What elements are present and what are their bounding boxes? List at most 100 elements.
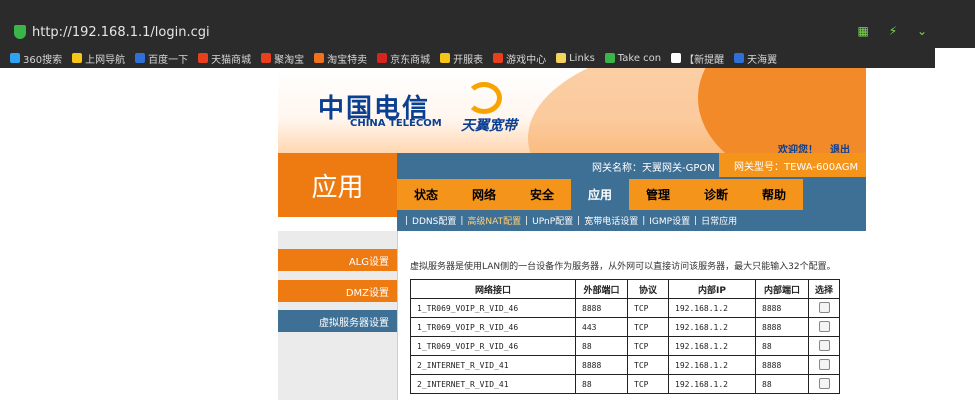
select-cell [807,317,841,337]
tab-0[interactable]: 状态 [397,179,455,210]
row-select-checkbox[interactable] [818,377,830,389]
url-text: http://192.168.1.1/login.cgi [32,24,210,40]
subnav-separator: | [405,215,409,226]
bookmark-item[interactable]: Links [556,53,595,64]
subnav-item[interactable]: DDNS配置 [412,214,456,227]
subnav-separator: | [577,215,581,226]
table-cell: 8888 [575,355,628,375]
sidebar: ALG设置 DMZ设置 虚拟服务器设置 [278,231,397,400]
row-select-checkbox[interactable] [818,301,830,313]
table-cell: 88 [755,374,809,394]
section-title-spacer [278,217,397,231]
bookmark-item[interactable]: 天海翼 [734,51,777,66]
table-row: 1_TR069_VOIP_R_VID_46 88 TCP 192.168.1.2 88 [410,336,841,356]
bookmark-item[interactable]: 上网导航 [72,51,125,66]
bookmark-item[interactable]: Take con [604,53,661,64]
row-select-checkbox[interactable] [818,358,830,370]
table-row: 1_TR069_VOIP_R_VID_46 443 TCP 192.168.1.2 88… [410,317,841,337]
table-cell: TCP [627,336,669,356]
bookmark-item[interactable]: 淘宝特卖 [314,51,367,66]
column-header: 协议 [627,279,669,299]
tianyi-broadband-logo: 天翼宽带 [461,118,517,134]
logout-link[interactable]: 退出 [830,141,850,153]
bookmark-item[interactable]: 聚淘宝 [261,51,304,66]
main-navigation: 网关名称：天翼网关-GPON 网关型号：TEWA-600AGM 状态 网络 安全 应用… [397,153,866,231]
gateway-name: 网关名称：天翼网关-GPON [592,163,715,174]
table-cell: TCP [627,355,669,375]
tab-2[interactable]: 安全 [513,179,571,210]
bookmarks-bar: 360搜索 上网导航 百度一下 天猫商城 聚淘宝 淘宝特卖 京东商城 开服表 游戏中心 Links… [0,48,935,68]
bookmark-icon [440,53,451,63]
bookmark-item[interactable]: 百度一下 [135,51,188,66]
tab-3[interactable]: 应用 [571,179,629,210]
tab-5[interactable]: 诊断 [687,179,745,210]
subnav-separator: | [460,215,464,226]
table-cell: 192.168.1.2 [668,336,756,356]
bookmark-icon [72,53,83,63]
bookmark-item[interactable]: 游戏中心 [493,51,546,66]
table-row: 2_INTERNET_R_VID_41 8888 TCP 192.168.1.2 888… [410,355,841,375]
subnav-separator: | [525,215,529,226]
browser-extension-icons[interactable]: ▦ ⚡ ⌄ [858,24,935,38]
select-cell [807,336,841,356]
subnav-item[interactable]: IGMP设置 [649,214,690,227]
table-cell: 192.168.1.2 [668,298,756,318]
bookmark-icon [671,53,682,63]
select-cell [807,298,841,318]
sidebar-item-virtual-server[interactable]: 虚拟服务器设置 [278,310,397,332]
browser-title-bar: http://192.168.1.1/login.cgi ▦ ⚡ ⌄ [0,0,975,48]
bookmark-label: 开服表 [453,54,484,66]
column-header: 外部端口 [575,279,628,299]
main-tabs: 状态 网络 安全 应用 管理 诊断 帮助 [397,179,803,210]
bookmark-item[interactable]: 【新提醒 [671,51,724,66]
gateway-info-bar: 网关名称：天翼网关-GPON 网关型号：TEWA-600AGM [397,153,866,177]
table-row: 2_INTERNET_R_VID_41 88 TCP 192.168.1.2 88 [410,374,841,394]
bookmark-label: 天猫商城 [211,54,252,66]
header-banner: 中国电信 CHINA TELECOM 天翼宽带 欢迎您！ 退出 [278,68,866,153]
tab-4[interactable]: 管理 [629,179,687,210]
bookmark-label: 百度一下 [148,54,189,66]
subnav-item[interactable]: 高级NAT配置 [467,214,521,227]
virtual-server-table: 网络接口 外部端口 协议 内部IP 内部端口 选择 1_TR069_VOIP_R… [410,279,841,394]
bookmark-item[interactable]: 京东商城 [377,51,430,66]
subnav-item[interactable]: 宽带电话设置 [584,214,638,227]
table-cell: 8888 [755,317,809,337]
bookmark-label: 360搜索 [23,54,63,66]
bookmark-item[interactable]: 360搜索 [10,51,62,66]
subnav-item[interactable]: UPnP配置 [532,214,573,227]
tab-6[interactable]: 帮助 [745,179,803,210]
subnav-item[interactable]: 日常应用 [701,214,737,227]
address-bar[interactable]: http://192.168.1.1/login.cgi [14,22,210,42]
bookmark-label: 【新提醒 [684,54,725,66]
table-cell: 2_INTERNET_R_VID_41 [410,374,576,394]
table-cell: 2_INTERNET_R_VID_41 [410,355,576,375]
table-cell: 88 [755,336,809,356]
main-content: 虚拟服务器是使用LAN侧的一台设备作为服务器，从外网可以直接访问该服务器，最大只… [397,231,866,400]
column-header: 内部端口 [755,279,809,299]
table-cell: 192.168.1.2 [668,374,756,394]
sidebar-item-alg[interactable]: ALG设置 [278,249,397,271]
column-header: 网络接口 [410,279,576,299]
table-row: 1_TR069_VOIP_R_VID_46 8888 TCP 192.168.1.2 8… [410,298,841,318]
table-cell: TCP [627,374,669,394]
column-header: 内部IP [668,279,756,299]
bookmark-label: 天海翼 [747,54,778,66]
bookmark-item[interactable]: 开服表 [440,51,483,66]
row-select-checkbox[interactable] [818,339,830,351]
sub-navigation: | DDNS配置 | 高级NAT配置 | UPnP配置 | 宽带电话设置 | IGMP设置 | 日常应… [397,210,866,231]
table-cell: 1_TR069_VOIP_R_VID_46 [410,298,576,318]
tianyi-logo-icon [466,82,502,114]
bookmark-icon [135,53,146,63]
bookmark-label: 游戏中心 [506,54,547,66]
welcome-link[interactable]: 欢迎您！ [778,141,818,153]
table-cell: TCP [627,317,669,337]
row-select-checkbox[interactable] [818,320,830,332]
subnav-separator: | [694,215,698,226]
virtual-server-description: 虚拟服务器是使用LAN侧的一台设备作为服务器，从外网可以直接访问该服务器，最大只… [410,262,836,272]
section-title: 应用 [278,153,397,217]
tab-1[interactable]: 网络 [455,179,513,210]
bookmark-label: 京东商城 [390,54,431,66]
bookmark-item[interactable]: 天猫商城 [198,51,251,66]
sidebar-item-dmz[interactable]: DMZ设置 [278,280,397,302]
bookmark-icon [604,53,615,63]
